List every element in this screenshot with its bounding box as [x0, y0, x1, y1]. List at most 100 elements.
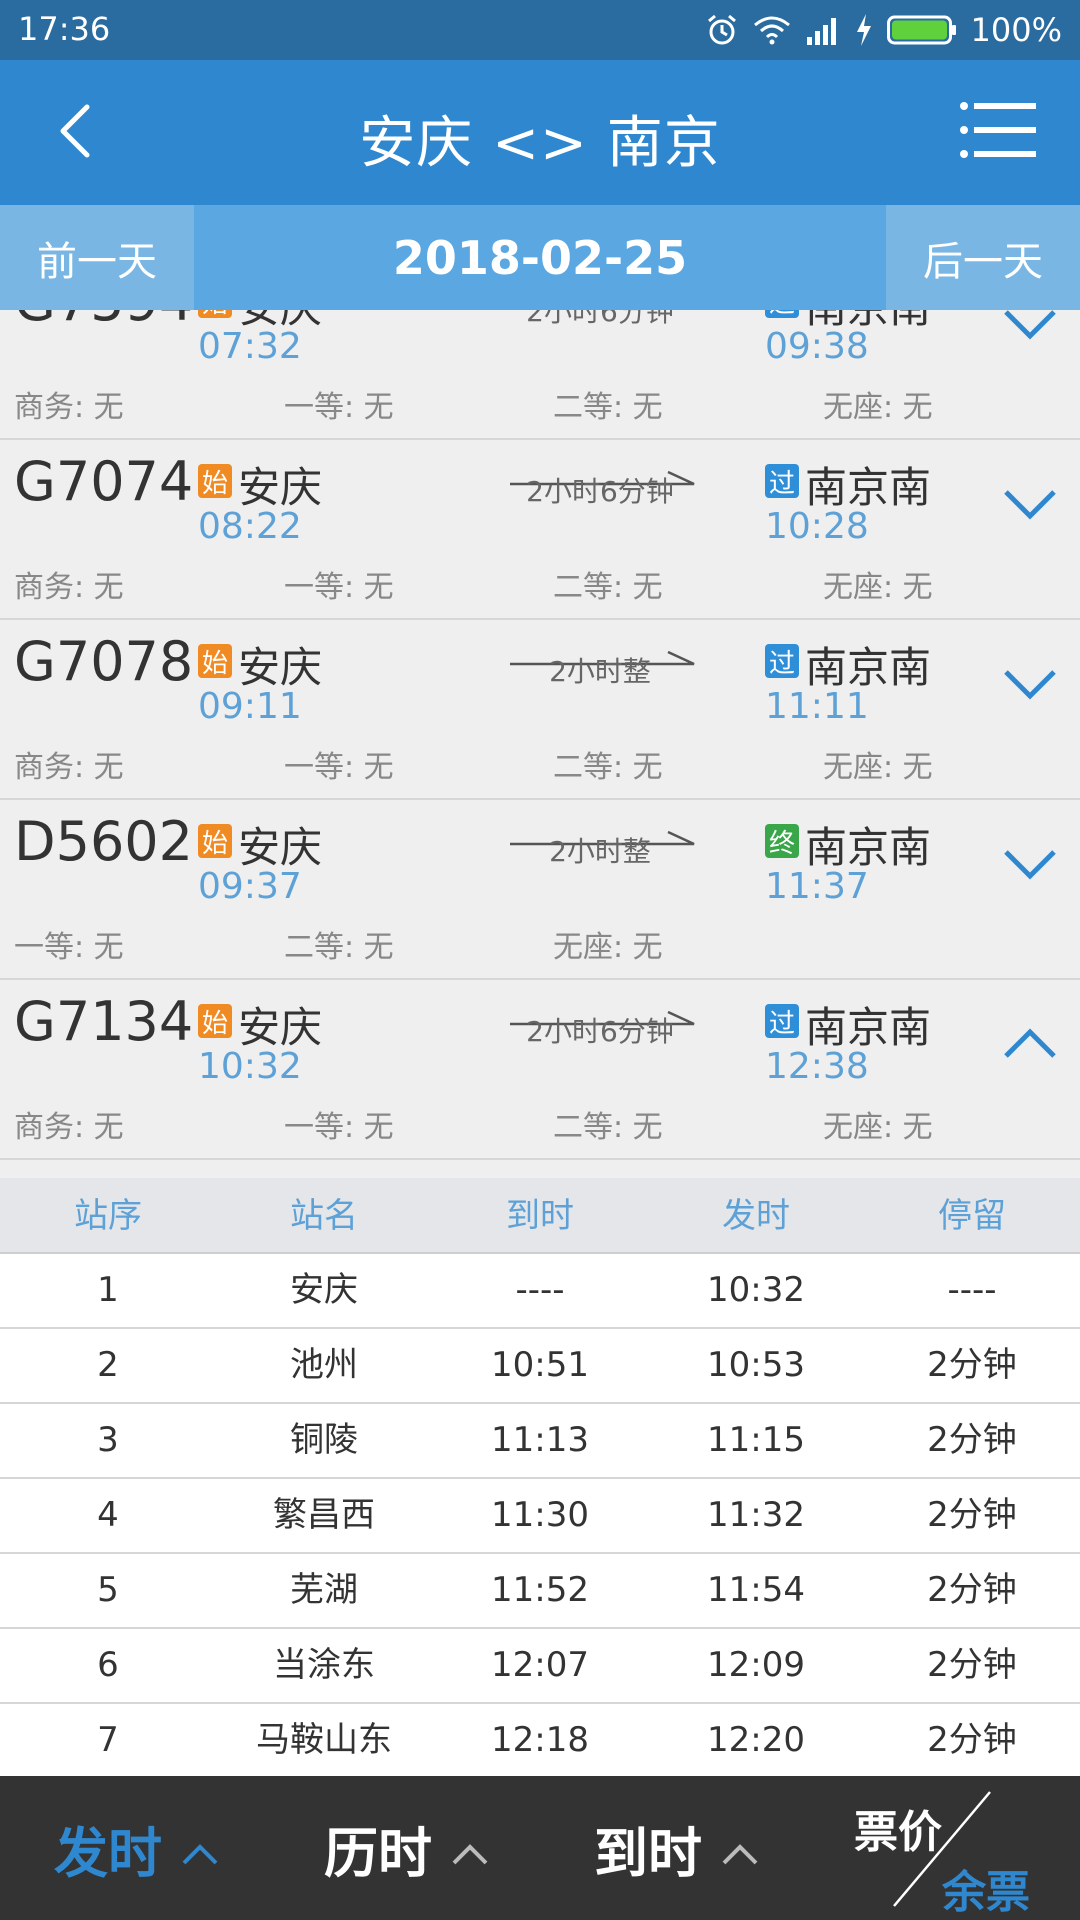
chevron-down-icon[interactable]: [1000, 844, 1060, 884]
stop-row: 5 芜湖 11:52 11:54 2分钟: [0, 1554, 1080, 1629]
stop-row: 1 安庆 ---- 10:32 ----: [0, 1254, 1080, 1329]
train-row[interactable]: G7078 始安庆 09:11 2小时整过南京南 11:11 商务: 无一等: 无二等: …: [0, 620, 1080, 800]
destination-badge: 过: [765, 644, 799, 679]
next-day-button[interactable]: 后一天: [886, 205, 1080, 310]
arrival-time: 11:37: [765, 866, 869, 907]
stop-cell: 4: [97, 1495, 119, 1535]
seat-availability: 二等: 无: [553, 750, 663, 785]
stop-cell: 6: [97, 1645, 119, 1685]
previous-day-button[interactable]: 前一天: [0, 205, 194, 310]
seat-availability: 商务: 无: [14, 570, 124, 605]
train-row[interactable]: G7074 始安庆 08:22 2小时6分钟过南京南 10:28 商务: 无一等: 无二等…: [0, 440, 1080, 620]
sort-by-duration[interactable]: 历时: [324, 1776, 490, 1920]
stop-cell: ----: [947, 1270, 997, 1310]
status-time: 17:36: [18, 10, 111, 48]
stop-cell: 2分钟: [927, 1720, 1017, 1760]
chevron-down-icon[interactable]: [1000, 484, 1060, 524]
chevron-up-icon: [702, 1817, 760, 1880]
seat-availability: 无座: 无: [553, 930, 663, 965]
stop-cell: ----: [515, 1270, 565, 1310]
stop-cell: 2分钟: [927, 1645, 1017, 1685]
menu-button[interactable]: [960, 98, 1040, 168]
stop-cell: 池州: [290, 1345, 358, 1385]
origin-badge: 始: [198, 310, 232, 319]
stop-cell: 铜陵: [290, 1420, 358, 1460]
seat-availability: 无座: 无: [823, 1110, 933, 1145]
sort-departure-label: 发时: [54, 1821, 162, 1885]
stop-cell: 11:54: [707, 1570, 805, 1610]
stop-cell: 芜湖: [290, 1570, 358, 1610]
stop-cell: 2分钟: [927, 1495, 1017, 1535]
date-bar: 前一天 2018-02-25 后一天: [0, 205, 1080, 310]
stop-cell: 12:20: [707, 1720, 805, 1760]
train-number: G7078: [14, 630, 194, 693]
chevron-down-icon[interactable]: [1000, 664, 1060, 704]
departure-time: 07:32: [198, 326, 302, 367]
stop-cell: 12:09: [707, 1645, 805, 1685]
train-row[interactable]: G7134 始安庆 10:32 2小时6分钟过南京南 12:38 商务: 无一等: 无二等…: [0, 980, 1080, 1160]
stop-cell: 繁昌西: [273, 1495, 375, 1535]
stop-cell: 1: [97, 1270, 119, 1310]
origin-badge: 始: [198, 824, 232, 859]
seat-availability: 商务: 无: [14, 390, 124, 425]
stop-cell: 安庆: [290, 1270, 358, 1310]
stop-table: 1 安庆 ---- 10:32 ---- 2 池州 10:51 10:53 2分钟 3 铜陵 11:13…: [0, 1254, 1080, 1776]
stop-cell: 11:30: [491, 1495, 589, 1535]
seat-availability: 商务: 无: [14, 1110, 124, 1145]
battery-percent: 100%: [970, 11, 1062, 49]
stop-table-header: 站序 站名 到时 发时 停留: [0, 1178, 1080, 1254]
stop-cell: 11:13: [491, 1420, 589, 1460]
stop-cell: 10:53: [707, 1345, 805, 1385]
status-bar: 17:36 100%: [0, 0, 1080, 60]
train-number: D5602: [14, 810, 194, 873]
app-header: 安庆 <> 南京: [0, 60, 1080, 205]
stop-cell: 当涂东: [273, 1645, 375, 1685]
stop-cell: 11:15: [707, 1420, 805, 1460]
current-date[interactable]: 2018-02-25: [194, 205, 886, 310]
stop-cell: 10:32: [707, 1270, 805, 1310]
sort-by-arrival[interactable]: 到时: [594, 1776, 760, 1920]
travel-duration: 2小时6分钟: [526, 310, 674, 328]
stop-cell: 2分钟: [927, 1570, 1017, 1610]
departure-time: 09:37: [198, 866, 302, 907]
stop-row: 7 马鞍山东 12:18 12:20 2分钟: [0, 1704, 1080, 1776]
stop-cell: 10:51: [491, 1345, 589, 1385]
stop-row: 3 铜陵 11:13 11:15 2分钟: [0, 1404, 1080, 1479]
stop-cell: 2: [97, 1345, 119, 1385]
sort-bar: 发时 历时 到时 票价 余票: [0, 1776, 1080, 1920]
origin-badge: 始: [198, 644, 232, 679]
remaining-label: 余票: [942, 1867, 1030, 1918]
train-number: G7134: [14, 990, 194, 1053]
menu-icon: [960, 102, 1040, 166]
departure-time: 10:32: [198, 1046, 302, 1087]
arrival-time: 10:28: [765, 506, 869, 547]
train-list: G7594始安庆07:322小时6分钟过南京南09:38商务: 无一等: 无二等…: [0, 310, 1080, 1178]
chevron-up-icon[interactable]: [1000, 1024, 1060, 1064]
train-row[interactable]: G7594始安庆07:322小时6分钟过南京南09:38商务: 无一等: 无二等…: [0, 310, 1080, 440]
train-number: G7594: [14, 310, 193, 333]
seat-availability: 商务: 无: [14, 750, 124, 785]
stop-column-header: 站序: [74, 1196, 142, 1236]
departure-time: 09:11: [198, 686, 302, 727]
travel-duration: 2小时6分钟: [526, 1015, 674, 1048]
stop-column-header: 站名: [290, 1196, 358, 1236]
chevron-down-icon[interactable]: [1000, 310, 1060, 344]
stop-column-header: 停留: [938, 1196, 1006, 1236]
train-row[interactable]: D5602 始安庆 09:37 2小时整终南京南 11:37 一等: 无二等: 无无座: …: [0, 800, 1080, 980]
travel-duration: 2小时整: [549, 655, 651, 688]
sort-by-departure[interactable]: 发时: [54, 1776, 220, 1920]
stop-cell: 3: [97, 1420, 119, 1460]
departure-time: 08:22: [198, 506, 302, 547]
stop-cell: 11:32: [707, 1495, 805, 1535]
stop-cell: 5: [97, 1570, 119, 1610]
seat-availability: 二等: 无: [553, 570, 663, 605]
origin-badge: 始: [198, 464, 232, 499]
stop-cell: 2分钟: [927, 1420, 1017, 1460]
train-number: G7074: [14, 450, 194, 513]
stop-cell: 马鞍山东: [256, 1720, 392, 1760]
chevron-up-icon: [432, 1817, 490, 1880]
seat-availability: 一等: 无: [284, 570, 394, 605]
seat-availability: 一等: 无: [284, 1110, 394, 1145]
sort-by-price-remaining[interactable]: 票价 余票: [850, 1776, 1080, 1920]
sort-arrival-label: 到时: [594, 1821, 702, 1885]
